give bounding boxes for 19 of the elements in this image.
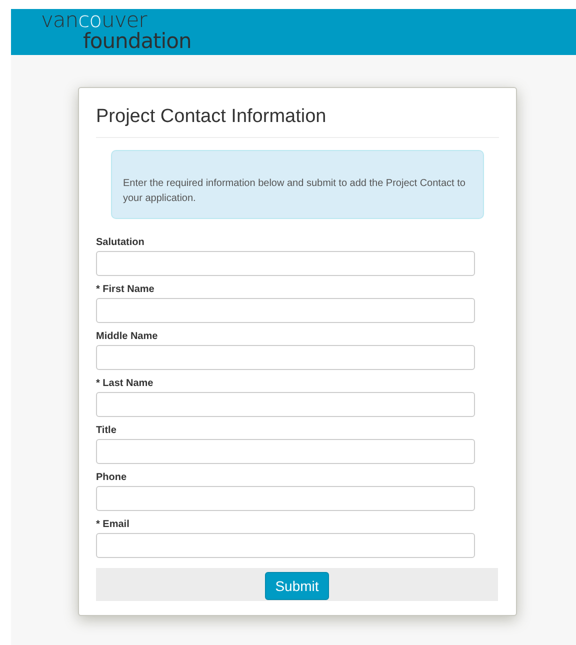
field-label: Middle Name: [96, 331, 158, 342]
input-field[interactable]: [96, 439, 475, 464]
input-field[interactable]: [96, 392, 475, 417]
input-field[interactable]: [96, 298, 475, 323]
field-label: Salutation: [96, 237, 144, 248]
field-label: * Last Name: [96, 378, 154, 389]
submit-button[interactable]: Submit: [265, 572, 329, 600]
input-field[interactable]: [96, 345, 475, 370]
notice-text: Enter the required information below and submit to add the Project Contact to your application.: [123, 178, 466, 204]
form-title: Project Contact Information: [96, 106, 499, 138]
input-field[interactable]: [96, 533, 475, 558]
input-field[interactable]: [96, 486, 475, 511]
field-label: Phone: [96, 472, 127, 483]
logo-wordmark: vancouver: [41, 10, 147, 31]
field-label: * Email: [96, 519, 130, 530]
field-label: Title: [96, 425, 116, 436]
input-field[interactable]: [96, 251, 475, 276]
logo-subtitle: foundation: [82, 31, 192, 52]
field-label: * First Name: [96, 284, 154, 295]
